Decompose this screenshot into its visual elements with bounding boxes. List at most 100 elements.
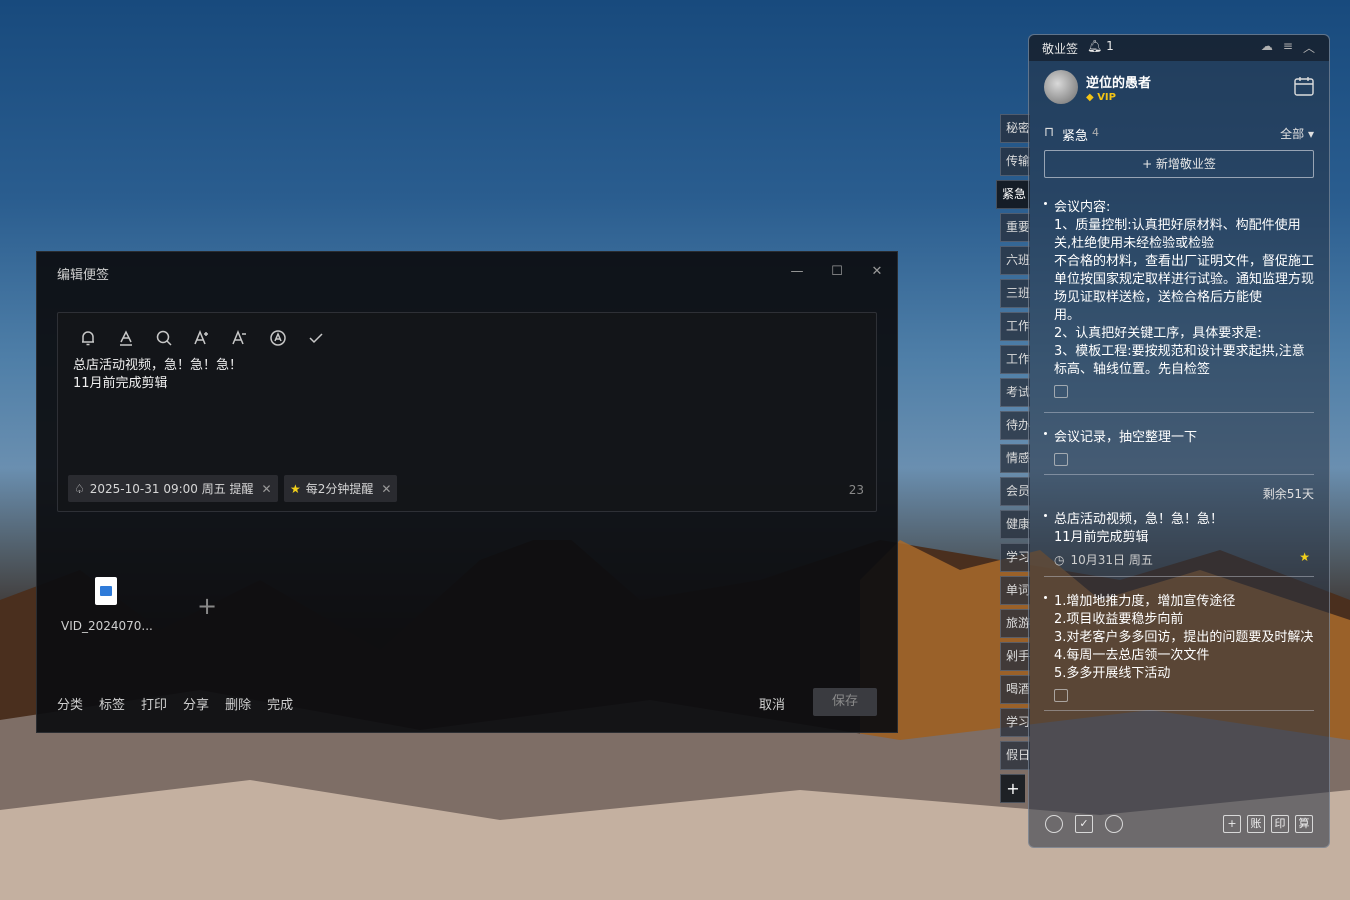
remove-reminder-icon[interactable]: ✕ — [262, 482, 272, 496]
edit-note-window: 编辑便签 — ☐ ✕ 总店活动视频，急！急！急！ 11月前完成剪辑 ♤ 2025… — [36, 251, 898, 733]
notification-bell[interactable]: 🔔︎ 1 — [1087, 39, 1114, 53]
font-color-icon[interactable] — [114, 327, 138, 349]
minimize-button[interactable]: — — [785, 262, 809, 282]
action-share[interactable]: 分享 — [183, 694, 209, 713]
side-tab[interactable]: 剁手 — [1000, 642, 1030, 671]
category-name: 紧急 — [1062, 129, 1089, 144]
repeat-chip-text: 每2分钟提醒 — [305, 482, 374, 496]
side-tab[interactable]: 工作 — [1000, 345, 1030, 374]
cancel-button[interactable]: 取消 — [759, 694, 785, 713]
note-text: 会议记录，抽空整理一下 — [1054, 430, 1198, 445]
search-icon[interactable] — [152, 327, 176, 349]
side-tab-active[interactable]: 紧急 — [996, 180, 1030, 209]
panel-top-icons: ☁ ≡ ︿ — [1261, 39, 1315, 56]
side-tab[interactable]: 三班 — [1000, 279, 1030, 308]
attachment-name: VID_2024070... — [61, 619, 153, 633]
note-text: 总店活动视频，急！急！急！ 11月前完成剪辑 — [1054, 512, 1224, 545]
side-tab[interactable]: 秘密 — [1000, 114, 1030, 143]
auto-format-icon[interactable] — [266, 327, 290, 349]
new-note-button[interactable]: + 新增敬业签 — [1044, 150, 1314, 178]
list-item[interactable]: 会议记录，抽空整理一下 — [1044, 425, 1314, 475]
side-tab[interactable]: 学习 — [1000, 708, 1030, 737]
action-complete[interactable]: 完成 — [267, 694, 293, 713]
attachment-icon — [1054, 385, 1068, 398]
close-button[interactable]: ✕ — [865, 262, 889, 282]
add-attachment-icon[interactable]: + — [197, 592, 217, 620]
filter-dropdown[interactable]: 全部 ▾ — [1280, 125, 1314, 142]
notes-list: 会议内容: 1、质量控制:认真把好原材料、构配件使用关,杜绝使用未经检验或检验 … — [1044, 195, 1314, 711]
side-tab[interactable]: 健康 — [1000, 510, 1030, 539]
note-text: 1.增加地推力度，增加宣传途径 2.项目收益要稳步向前 3.对老客户多多回访，提… — [1054, 594, 1314, 681]
side-tab[interactable]: 旅游 — [1000, 609, 1030, 638]
bell-icon: ♤ — [74, 481, 85, 496]
repeat-chip[interactable]: ★ 每2分钟提醒 ✕ — [284, 475, 398, 502]
list-item[interactable]: 剩余51天 总店活动视频，急！急！急！ 11月前完成剪辑 ◷ 10月31日 周五 … — [1044, 487, 1314, 577]
action-category[interactable]: 分类 — [57, 694, 83, 713]
clock-icon: ◷ — [1054, 552, 1065, 567]
cloud-sync-icon[interactable]: ☁ — [1261, 39, 1273, 56]
vip-badge: ◆ VIP — [1086, 92, 1116, 103]
action-tag[interactable]: 标签 — [99, 694, 125, 713]
collapse-icon[interactable]: ︿ — [1303, 39, 1315, 56]
remove-repeat-icon[interactable]: ✕ — [381, 482, 391, 496]
font-decrease-icon[interactable] — [228, 327, 252, 349]
panel-footer: ✓ + 账 印 算 — [1045, 815, 1313, 835]
ledger-icon[interactable]: 账 — [1247, 815, 1265, 833]
username: 逆位的愚者 — [1086, 76, 1152, 91]
side-tab[interactable]: 工作 — [1000, 312, 1030, 341]
side-tab[interactable]: 情感 — [1000, 444, 1030, 473]
side-tab[interactable]: 会员 — [1000, 477, 1030, 506]
app-title: 敬业签 — [1042, 42, 1079, 56]
checklist-icon[interactable]: ✓ — [1075, 815, 1093, 833]
font-increase-icon[interactable] — [190, 327, 214, 349]
list-item[interactable]: 1.增加地推力度，增加宣传途径 2.项目收益要稳步向前 3.对老客户多多回访，提… — [1044, 589, 1314, 711]
print-icon[interactable]: 印 — [1271, 815, 1289, 833]
attachment-icon — [1054, 689, 1068, 702]
add-icon[interactable]: + — [1223, 815, 1241, 833]
panel-titlebar: 敬业签 🔔︎ 1 ☁ ≡ ︿ — [1029, 35, 1329, 61]
attachment-video[interactable]: VID_2024070... — [61, 577, 153, 633]
editor-title: 编辑便签 — [57, 268, 110, 283]
calendar-icon[interactable] — [1293, 75, 1315, 97]
bell-icon: 🔔︎ — [1087, 39, 1103, 53]
star-icon: ★ — [290, 481, 301, 496]
list-item[interactable]: 会议内容: 1、质量控制:认真把好原材料、构配件使用关,杜绝使用未经检验或检验 … — [1044, 195, 1314, 413]
star-icon: ★ — [1299, 550, 1310, 564]
side-tab[interactable]: 六班 — [1000, 246, 1030, 275]
editor-actions: 分类 标签 打印 分享 删除 完成 — [57, 694, 293, 713]
save-button[interactable]: 保存 — [813, 688, 877, 716]
action-print[interactable]: 打印 — [141, 694, 167, 713]
clock-icon[interactable] — [1045, 815, 1063, 833]
video-file-icon — [95, 577, 117, 605]
search-icon[interactable] — [1105, 815, 1123, 833]
checklist-check-icon[interactable] — [304, 327, 328, 349]
reminder-bell-icon[interactable] — [76, 327, 100, 349]
calculator-icon[interactable]: 算 — [1295, 815, 1313, 833]
side-tab[interactable]: 待办 — [1000, 411, 1030, 440]
category-count: 4 — [1092, 126, 1099, 139]
side-tab[interactable]: 重要 — [1000, 213, 1030, 242]
remaining-days: 剩余51天 — [1262, 487, 1314, 501]
maximize-button[interactable]: ☐ — [825, 262, 849, 282]
reminder-chip[interactable]: ♤ 2025-10-31 09:00 周五 提醒 ✕ — [68, 475, 278, 502]
note-content[interactable]: 总店活动视频，急！急！急！ 11月前完成剪辑 — [73, 357, 242, 393]
action-delete[interactable]: 删除 — [225, 694, 251, 713]
attachment-icon — [1054, 453, 1068, 466]
avatar[interactable] — [1044, 70, 1078, 104]
filter-label: 全部 — [1280, 127, 1305, 141]
side-tab[interactable]: 考试 — [1000, 378, 1030, 407]
side-tab[interactable]: 单词 — [1000, 576, 1030, 605]
side-tab[interactable]: 喝酒 — [1000, 675, 1030, 704]
side-tab[interactable]: 学习 — [1000, 543, 1030, 572]
bookmark-icon: ⊓ — [1044, 125, 1055, 140]
note-text: 会议内容: 1、质量控制:认真把好原材料、构配件使用关,杜绝使用未经检验或检验 … — [1054, 200, 1314, 377]
menu-icon[interactable]: ≡ — [1283, 39, 1293, 56]
add-category-button[interactable]: + — [1000, 774, 1025, 803]
side-tab[interactable]: 假日 — [1000, 741, 1030, 770]
bell-count: 1 — [1106, 39, 1114, 53]
side-tab[interactable]: 传输 — [1000, 147, 1030, 176]
note-edit-area[interactable]: 总店活动视频，急！急！急！ 11月前完成剪辑 ♤ 2025-10-31 09:0… — [57, 312, 877, 512]
diamond-icon: ◆ — [1086, 92, 1094, 103]
category-side-tabs: 秘密 传输 紧急 重要 六班 三班 工作 工作 考试 待办 情感 会员 健康 学… — [996, 114, 1030, 807]
reminder-chip-text: 2025-10-31 09:00 周五 提醒 — [89, 482, 254, 496]
